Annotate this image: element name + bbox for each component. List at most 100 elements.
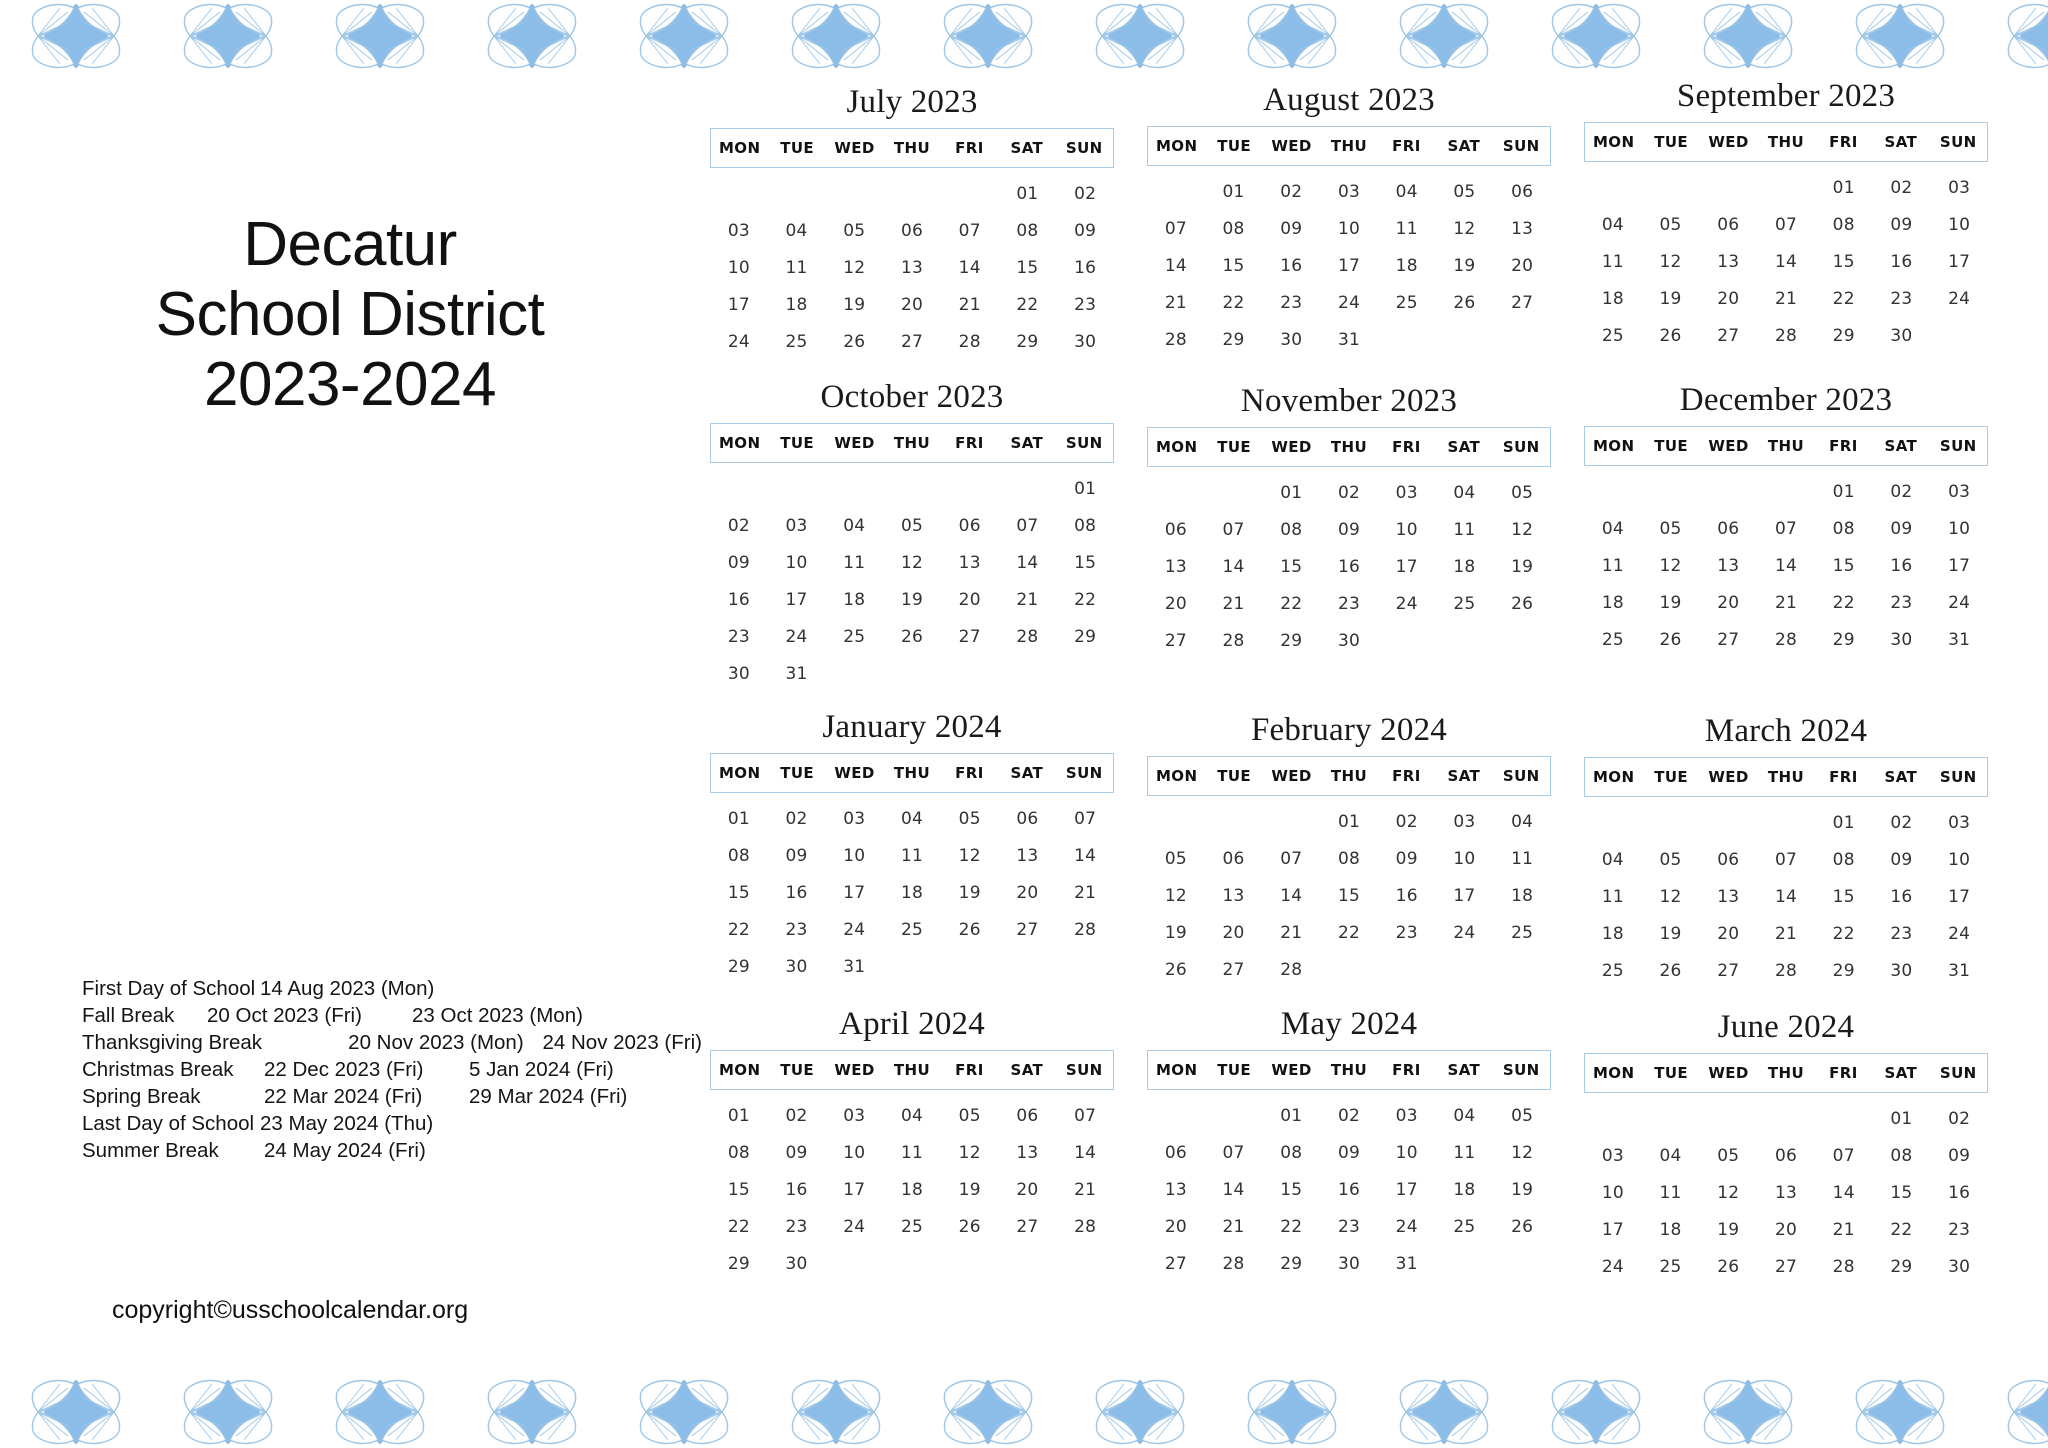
day-cell[interactable]: 07 xyxy=(1056,801,1114,838)
day-cell[interactable]: 05 xyxy=(1642,511,1700,548)
day-cell[interactable]: 09 xyxy=(1873,842,1931,879)
day-cell[interactable]: 07 xyxy=(1757,842,1815,879)
day-cell[interactable]: 13 xyxy=(1493,211,1551,248)
day-cell[interactable]: 25 xyxy=(1436,1209,1494,1246)
day-cell[interactable]: 21 xyxy=(1147,285,1205,322)
day-cell[interactable]: 02 xyxy=(768,1098,826,1135)
day-cell[interactable]: 05 xyxy=(1493,1098,1551,1135)
day-cell[interactable]: 20 xyxy=(883,287,941,324)
day-cell[interactable]: 23 xyxy=(1320,1209,1378,1246)
day-cell[interactable]: 06 xyxy=(1699,511,1757,548)
day-cell[interactable]: 17 xyxy=(1930,244,1988,281)
day-cell[interactable]: 02 xyxy=(1262,174,1320,211)
day-cell[interactable]: 24 xyxy=(1378,586,1436,623)
day-cell[interactable]: 08 xyxy=(1262,1135,1320,1172)
day-cell[interactable]: 06 xyxy=(1147,512,1205,549)
day-cell[interactable]: 10 xyxy=(1436,841,1494,878)
day-cell[interactable]: 06 xyxy=(1205,841,1263,878)
day-cell[interactable]: 26 xyxy=(1493,1209,1551,1246)
day-cell[interactable]: 10 xyxy=(768,545,826,582)
day-cell[interactable]: 13 xyxy=(1699,548,1757,585)
day-cell[interactable]: 23 xyxy=(768,1209,826,1246)
day-cell[interactable]: 04 xyxy=(1378,174,1436,211)
day-cell[interactable]: 09 xyxy=(1873,207,1931,244)
day-cell[interactable]: 16 xyxy=(1320,1172,1378,1209)
day-cell[interactable]: 31 xyxy=(768,656,826,693)
day-cell[interactable]: 20 xyxy=(1147,586,1205,623)
day-cell[interactable]: 13 xyxy=(1699,244,1757,281)
day-cell[interactable]: 18 xyxy=(825,582,883,619)
day-cell[interactable]: 17 xyxy=(1378,1172,1436,1209)
day-cell[interactable]: 08 xyxy=(999,213,1057,250)
day-cell[interactable]: 01 xyxy=(1262,475,1320,512)
day-cell[interactable]: 17 xyxy=(825,1172,883,1209)
day-cell[interactable]: 23 xyxy=(1873,916,1931,953)
day-cell[interactable]: 22 xyxy=(1873,1212,1931,1249)
day-cell[interactable]: 22 xyxy=(1262,1209,1320,1246)
day-cell[interactable]: 19 xyxy=(1642,585,1700,622)
day-cell[interactable]: 02 xyxy=(1873,474,1931,511)
day-cell[interactable]: 13 xyxy=(941,545,999,582)
day-cell[interactable]: 20 xyxy=(1493,248,1551,285)
day-cell[interactable]: 22 xyxy=(710,912,768,949)
day-cell[interactable]: 20 xyxy=(1699,916,1757,953)
day-cell[interactable]: 13 xyxy=(883,250,941,287)
day-cell[interactable]: 27 xyxy=(1757,1249,1815,1286)
day-cell[interactable]: 04 xyxy=(1584,511,1642,548)
day-cell[interactable]: 13 xyxy=(999,1135,1057,1172)
day-cell[interactable]: 13 xyxy=(1757,1175,1815,1212)
day-cell[interactable]: 21 xyxy=(1056,1172,1114,1209)
day-cell[interactable]: 07 xyxy=(1056,1098,1114,1135)
day-cell[interactable]: 27 xyxy=(999,1209,1057,1246)
day-cell[interactable]: 19 xyxy=(1436,248,1494,285)
day-cell[interactable]: 08 xyxy=(710,838,768,875)
day-cell[interactable]: 09 xyxy=(768,838,826,875)
day-cell[interactable]: 27 xyxy=(1699,622,1757,659)
day-cell[interactable]: 07 xyxy=(941,213,999,250)
day-cell[interactable]: 12 xyxy=(1147,878,1205,915)
day-cell[interactable]: 02 xyxy=(1056,176,1114,213)
day-cell[interactable]: 25 xyxy=(1584,953,1642,990)
day-cell[interactable]: 26 xyxy=(1642,622,1700,659)
day-cell[interactable]: 21 xyxy=(1262,915,1320,952)
day-cell[interactable]: 21 xyxy=(1205,1209,1263,1246)
day-cell[interactable]: 12 xyxy=(825,250,883,287)
day-cell[interactable]: 24 xyxy=(1930,281,1988,318)
day-cell[interactable]: 05 xyxy=(1147,841,1205,878)
day-cell[interactable]: 16 xyxy=(1320,549,1378,586)
day-cell[interactable]: 27 xyxy=(941,619,999,656)
day-cell[interactable]: 18 xyxy=(1584,916,1642,953)
day-cell[interactable]: 01 xyxy=(710,1098,768,1135)
day-cell[interactable]: 05 xyxy=(1642,207,1700,244)
day-cell[interactable]: 14 xyxy=(1757,548,1815,585)
day-cell[interactable]: 06 xyxy=(999,801,1057,838)
day-cell[interactable]: 12 xyxy=(1436,211,1494,248)
day-cell[interactable]: 18 xyxy=(1493,878,1551,915)
day-cell[interactable]: 18 xyxy=(883,875,941,912)
day-cell[interactable]: 20 xyxy=(1757,1212,1815,1249)
day-cell[interactable]: 14 xyxy=(1262,878,1320,915)
day-cell[interactable]: 16 xyxy=(1056,250,1114,287)
day-cell[interactable]: 04 xyxy=(1436,475,1494,512)
day-cell[interactable]: 16 xyxy=(1262,248,1320,285)
day-cell[interactable]: 28 xyxy=(1205,623,1263,660)
day-cell[interactable]: 28 xyxy=(1056,912,1114,949)
day-cell[interactable]: 06 xyxy=(1699,207,1757,244)
day-cell[interactable]: 27 xyxy=(1147,1246,1205,1283)
day-cell[interactable]: 09 xyxy=(1320,512,1378,549)
day-cell[interactable]: 11 xyxy=(825,545,883,582)
day-cell[interactable]: 22 xyxy=(710,1209,768,1246)
day-cell[interactable]: 03 xyxy=(710,213,768,250)
day-cell[interactable]: 24 xyxy=(825,1209,883,1246)
day-cell[interactable]: 03 xyxy=(825,1098,883,1135)
day-cell[interactable]: 28 xyxy=(1205,1246,1263,1283)
day-cell[interactable]: 13 xyxy=(1147,1172,1205,1209)
day-cell[interactable]: 08 xyxy=(1873,1138,1931,1175)
day-cell[interactable]: 22 xyxy=(1320,915,1378,952)
day-cell[interactable]: 04 xyxy=(1584,842,1642,879)
day-cell[interactable]: 19 xyxy=(1493,549,1551,586)
day-cell[interactable]: 07 xyxy=(1205,1135,1263,1172)
day-cell[interactable]: 22 xyxy=(1205,285,1263,322)
day-cell[interactable]: 20 xyxy=(999,1172,1057,1209)
day-cell[interactable]: 30 xyxy=(1930,1249,1988,1286)
